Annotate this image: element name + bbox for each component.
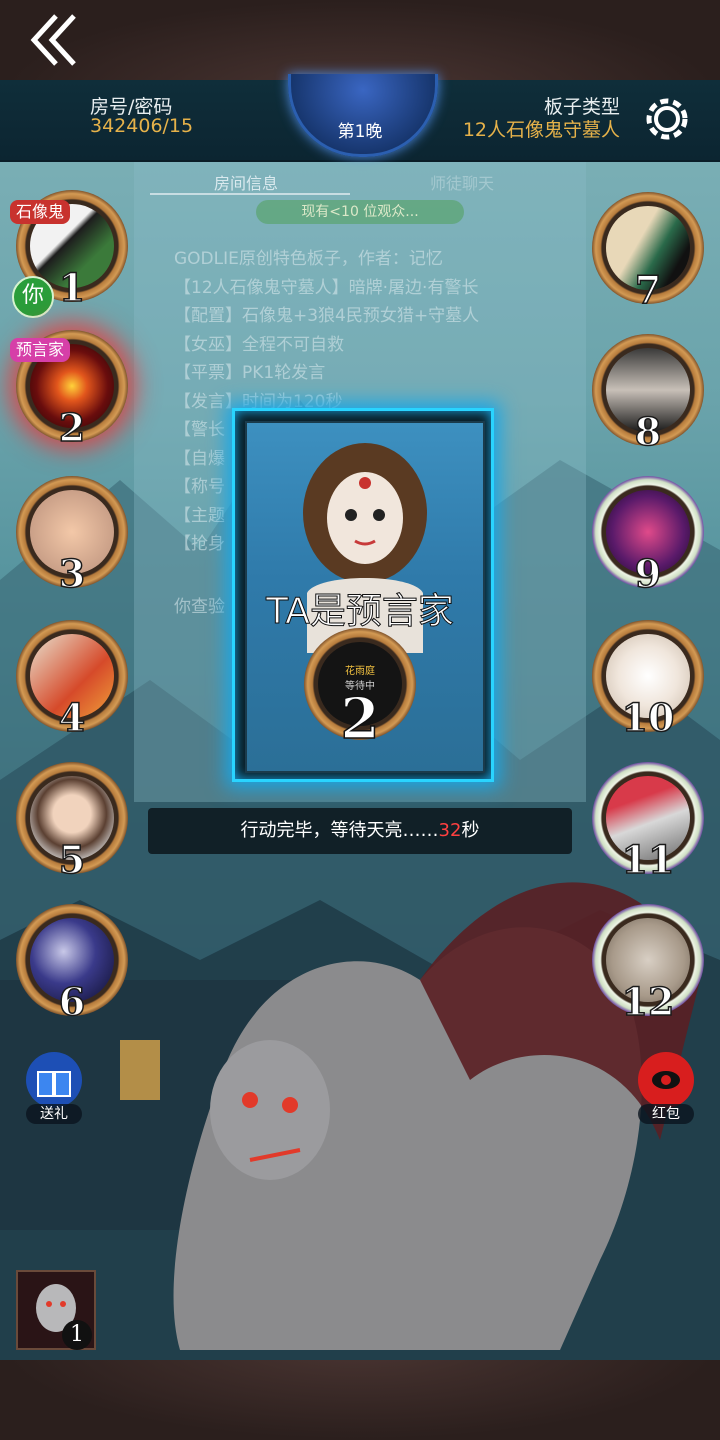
viewer-count: 现有<10 位观众... xyxy=(256,200,464,224)
red-packet-icon xyxy=(638,1052,694,1108)
seat-12[interactable]: 12 xyxy=(592,904,704,1025)
role-tag-gargoyle: 石像鬼 xyxy=(10,200,71,224)
revealed-seat-number: 2 xyxy=(340,685,380,753)
tab-room-info[interactable]: 房间信息 xyxy=(214,170,278,194)
seat-10[interactable]: 10 xyxy=(592,620,704,741)
board-type: 12人石像鬼守墓人 xyxy=(462,119,620,141)
seat-6[interactable]: 6 xyxy=(16,904,128,1025)
top-frame xyxy=(0,0,720,80)
seat-5[interactable]: 5 xyxy=(16,762,128,883)
seat-11[interactable]: 11 xyxy=(592,762,704,883)
seat-number: 11 xyxy=(621,836,675,883)
tab-mentor-chat[interactable]: 师徒聊天 xyxy=(430,170,494,194)
rule-line: 【配置】石像鬼+3狼4民预女猎+守墓人 xyxy=(174,306,480,326)
rule-line: 【女巫】全程不可自救 xyxy=(174,334,344,355)
you-badge: 你 xyxy=(12,276,54,318)
seat-number: 10 xyxy=(621,694,675,741)
rule-line: 【12人石像鬼守墓人】暗牌·屠边·有警长 xyxy=(174,277,479,298)
rule-line: GODLIE原创特色板子，作者：记忆 xyxy=(174,249,443,269)
seat-number: 5 xyxy=(58,836,86,883)
seat-3[interactable]: 3 xyxy=(16,476,128,597)
reveal-text: TA是预言家 xyxy=(266,591,455,633)
night-label: 第1晚 xyxy=(337,122,383,142)
rule-line: 【平票】PK1轮发言 xyxy=(174,363,326,383)
seat-9[interactable]: 9 xyxy=(592,476,704,597)
countdown-seconds: 32 xyxy=(438,820,462,841)
mini-tag: 花雨庭 xyxy=(345,666,375,677)
seat-number: 6 xyxy=(58,978,86,1025)
red-packet-button[interactable]: 红包 xyxy=(630,1050,702,1128)
seat-number: 7 xyxy=(634,266,662,313)
role-tag-seer: 预言家 xyxy=(10,338,71,362)
room-code: 342406/15 xyxy=(90,115,194,137)
gift-icon xyxy=(26,1052,82,1108)
active-tab-indicator xyxy=(150,193,350,195)
seat-number: 2 xyxy=(58,404,86,451)
seconds-unit: 秒 xyxy=(461,820,480,841)
seat-7[interactable]: 7 xyxy=(592,192,704,313)
status-text: 行动完毕，等待天亮…… xyxy=(240,820,439,841)
status-bar: 行动完毕，等待天亮……32秒 xyxy=(148,808,572,854)
gift-label: 送礼 xyxy=(26,1104,82,1124)
seat-4[interactable]: 4 xyxy=(16,620,128,741)
gear-icon[interactable] xyxy=(638,90,696,148)
seat-number: 4 xyxy=(58,694,86,741)
red-packet-label: 红包 xyxy=(638,1104,694,1124)
seat-number: 12 xyxy=(621,978,675,1025)
check-result-text: 你查验 xyxy=(174,597,225,617)
gift-button[interactable]: 送礼 xyxy=(18,1050,90,1128)
seat-number: 9 xyxy=(634,550,662,597)
seat-8[interactable]: 8 xyxy=(592,334,704,455)
role-card-count: 1 xyxy=(62,1320,92,1350)
seat-number: 3 xyxy=(58,550,86,597)
seat-number: 8 xyxy=(634,408,662,455)
back-chevron-icon[interactable] xyxy=(28,10,82,70)
bottom-frame xyxy=(0,1360,720,1440)
